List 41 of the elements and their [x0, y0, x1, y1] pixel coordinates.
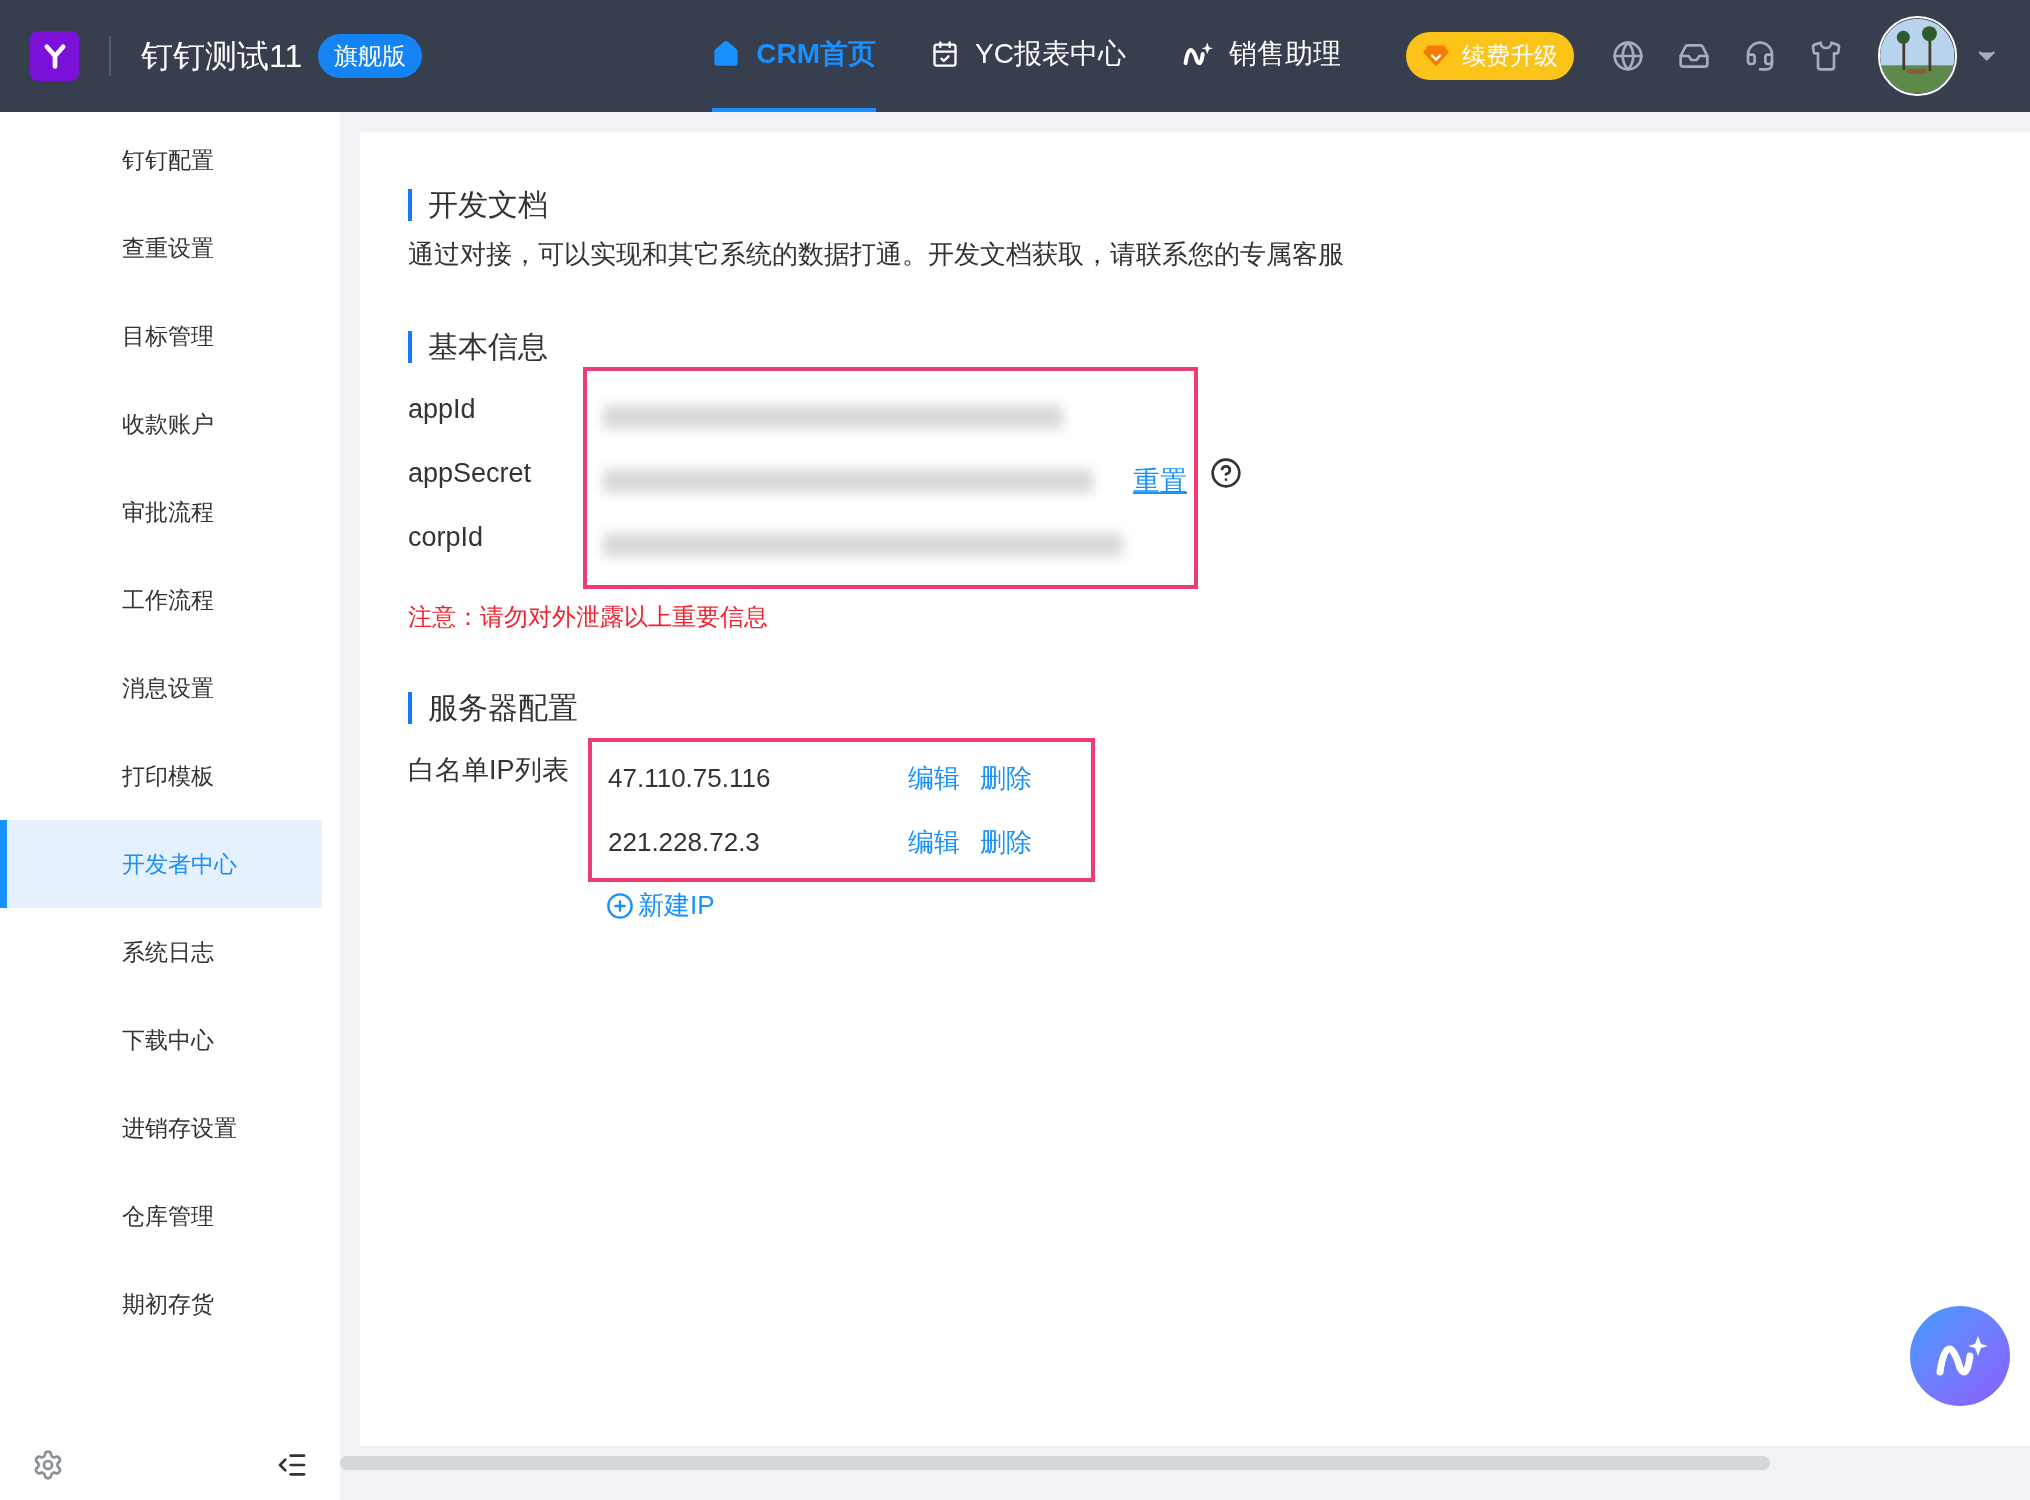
- sidebar-item[interactable]: 目标管理: [0, 292, 322, 380]
- diamond-icon: [1421, 44, 1450, 68]
- clipboard-icon: [931, 40, 960, 68]
- app-logo[interactable]: [30, 31, 80, 81]
- sidebar-item[interactable]: 进销存设置: [0, 1084, 322, 1172]
- whitelist-label: 白名单IP列表: [408, 753, 570, 787]
- sidebar-item[interactable]: 收款账户: [0, 380, 322, 468]
- field-label: corpId: [408, 520, 485, 554]
- sidebar-item[interactable]: 工作流程: [0, 556, 322, 644]
- help-icon[interactable]: [1210, 457, 1242, 489]
- shirt-icon[interactable]: [1809, 40, 1842, 72]
- sidebar-item[interactable]: 打印模板: [0, 732, 322, 820]
- section-title: 基本信息: [428, 329, 548, 365]
- section-marker: [408, 188, 412, 221]
- ip-address: 221.228.72.3: [608, 825, 761, 859]
- field-label: appId: [408, 392, 477, 426]
- nav-tab[interactable]: YC报表中心: [931, 0, 1126, 112]
- home-icon: [712, 40, 741, 68]
- sidebar-item[interactable]: 下载中心: [0, 996, 322, 1084]
- sidebar-item[interactable]: 钉钉配置: [0, 116, 322, 204]
- description-text: 通过对接，可以实现和其它系统的数据打通。开发文档获取，请联系您的专属客服: [408, 238, 1345, 271]
- section-title: 开发文档: [428, 187, 548, 223]
- nav-tab[interactable]: 销售助理: [1180, 0, 1341, 112]
- org-name: 钉钉测试11: [141, 37, 303, 76]
- sidebar-item[interactable]: 消息设置: [0, 644, 322, 732]
- add-icon: [606, 891, 634, 920]
- sidebar-item[interactable]: 系统日志: [0, 908, 322, 996]
- ip-address: 47.110.75.116: [608, 761, 772, 795]
- sidebar-item[interactable]: 审批流程: [0, 468, 322, 556]
- sidebar-item[interactable]: 期初存货: [0, 1260, 322, 1348]
- section-marker: [408, 691, 412, 724]
- settings-icon[interactable]: [32, 1449, 64, 1481]
- globe-icon[interactable]: [1611, 40, 1644, 72]
- sidebar-item[interactable]: 查重设置: [0, 204, 322, 292]
- sidebar-item[interactable]: 仓库管理: [0, 1172, 322, 1260]
- section-title: 服务器配置: [428, 690, 578, 726]
- field-label: appSecret: [408, 456, 533, 490]
- scrollbar[interactable]: [340, 1456, 1770, 1470]
- section-marker: [408, 330, 412, 363]
- edition-badge: 旗舰版: [318, 34, 423, 78]
- warning-text: 注意：请勿对外泄露以上重要信息: [408, 602, 769, 632]
